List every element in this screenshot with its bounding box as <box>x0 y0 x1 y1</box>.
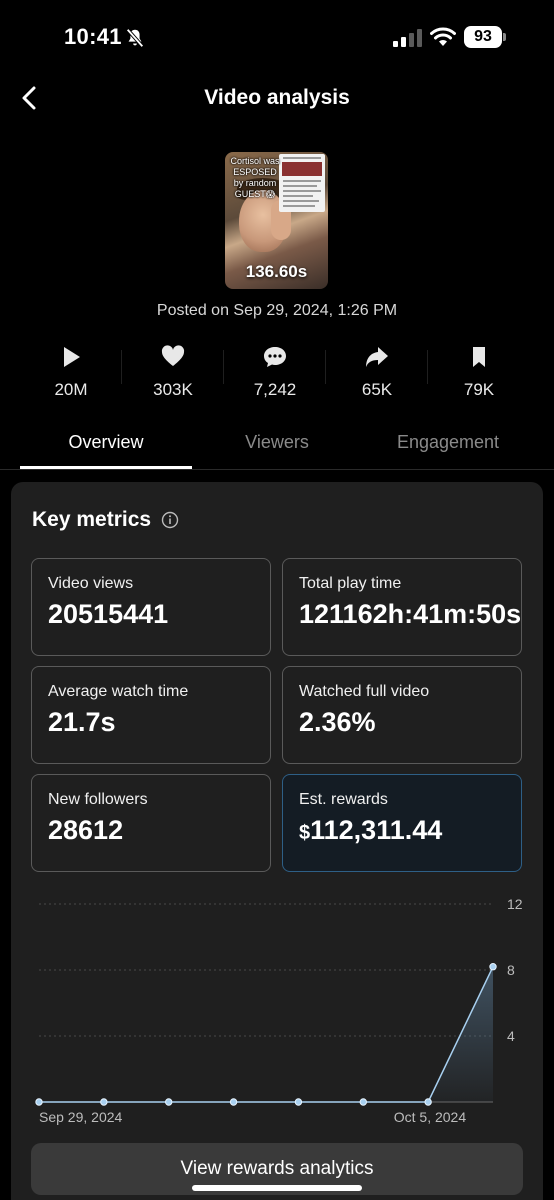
metric-value: 2.36% <box>299 707 376 737</box>
chart-data-point <box>489 963 497 971</box>
play-icon <box>64 347 80 367</box>
tab-engagement[interactable]: Engagement <box>362 432 534 453</box>
metric-est-rewards[interactable]: Est. rewards $112,311.44 <box>282 774 522 872</box>
video-duration: 136.60s <box>245 262 308 281</box>
metric-average-watch-time[interactable]: Average watch time 21.7s <box>31 666 271 764</box>
x-tick-label: Oct 5, 2024 <box>394 1109 467 1125</box>
y-tick-label: 4 <box>507 1028 515 1044</box>
chart-data-point <box>35 1098 43 1106</box>
stat-value: 79K <box>463 380 495 399</box>
chart-data-point <box>424 1098 432 1106</box>
metric-value: 20515441 <box>48 599 169 629</box>
chart-data-point <box>229 1098 238 1106</box>
metric-video-views[interactable]: Video views 20515441 <box>31 558 271 656</box>
chart-series-line <box>39 966 494 1103</box>
stat-value: 65K <box>361 380 393 399</box>
stat-value: 7,242 <box>253 380 297 399</box>
metric-value: 21.7s <box>48 707 116 737</box>
article-screenshot <box>279 154 325 212</box>
chart-data-point <box>359 1098 367 1106</box>
analysis-tabs: Overview Viewers Engagement <box>0 424 554 470</box>
metric-label: Average watch time <box>48 683 189 700</box>
engagement-stats: 20M 303K 7,242 65K 79K <box>0 340 554 410</box>
metric-new-followers[interactable]: New followers 28612 <box>31 774 271 872</box>
wifi-icon <box>430 27 456 46</box>
status-bar: 10:41 93 <box>0 0 554 76</box>
battery-icon: 93 <box>464 26 506 48</box>
metric-total-play-time[interactable]: Total play time 121162h:41m:50s <box>282 558 522 656</box>
share-icon <box>366 347 388 367</box>
battery-level: 93 <box>464 26 502 48</box>
active-tab-indicator <box>20 466 192 469</box>
metric-label: Video views <box>48 575 134 592</box>
page-title: Video analysis <box>204 86 350 109</box>
stat-comments: 7,242 <box>224 340 326 410</box>
stat-plays: 20M <box>20 340 122 410</box>
y-tick-label: 8 <box>507 962 515 978</box>
chart-data-point <box>165 1098 173 1106</box>
home-indicator <box>192 1185 362 1191</box>
metric-label: New followers <box>48 791 148 808</box>
bell-off-icon <box>126 28 144 48</box>
status-time: 10:41 <box>64 24 122 49</box>
heart-icon <box>161 345 185 366</box>
metric-label: Total play time <box>299 575 402 592</box>
comment-icon <box>264 347 286 367</box>
bookmark-icon <box>473 347 485 367</box>
metric-label: Est. rewards <box>299 791 388 808</box>
key-metrics-title: Key metrics <box>32 508 152 531</box>
chart-data-point <box>100 1098 108 1106</box>
video-thumbnail[interactable]: Cortisol was ESPOSED by random GUEST😱 13… <box>225 152 328 289</box>
thumbnail-caption: Cortisol was ESPOSED by random GUEST😱 <box>230 156 280 199</box>
rewards-chart: 12 8 4 Sep 29, 2024 Oct 5, 2024 <box>35 896 523 1125</box>
y-tick-label: 12 <box>507 896 523 912</box>
rewards-amount: 112,311.44 <box>310 815 443 845</box>
metric-watched-full-video[interactable]: Watched full video 2.36% <box>282 666 522 764</box>
cellular-signal-icon <box>393 29 422 47</box>
stat-value: 20M <box>54 380 88 399</box>
metric-value: 121162h:41m:50s <box>299 599 522 629</box>
tab-viewers[interactable]: Viewers <box>192 432 362 453</box>
info-icon[interactable] <box>161 511 179 529</box>
metric-value: $112,311.44 <box>299 815 442 846</box>
stat-likes: 303K <box>122 340 224 410</box>
stat-shares: 65K <box>326 340 428 410</box>
chart-area <box>39 966 493 1102</box>
stat-value: 303K <box>153 380 193 399</box>
key-metrics-card: Key metrics Video views 20515441 Total p… <box>11 482 543 1200</box>
metric-value: 28612 <box>48 815 124 845</box>
x-tick-label: Sep 29, 2024 <box>39 1109 123 1125</box>
currency-symbol: $ <box>299 822 311 844</box>
posted-date: Posted on Sep 29, 2024, 1:26 PM <box>156 302 398 319</box>
stat-saves: 79K <box>428 340 530 410</box>
chart-data-point <box>294 1098 303 1106</box>
tab-overview[interactable]: Overview <box>20 432 192 453</box>
metric-label: Watched full video <box>299 683 430 700</box>
